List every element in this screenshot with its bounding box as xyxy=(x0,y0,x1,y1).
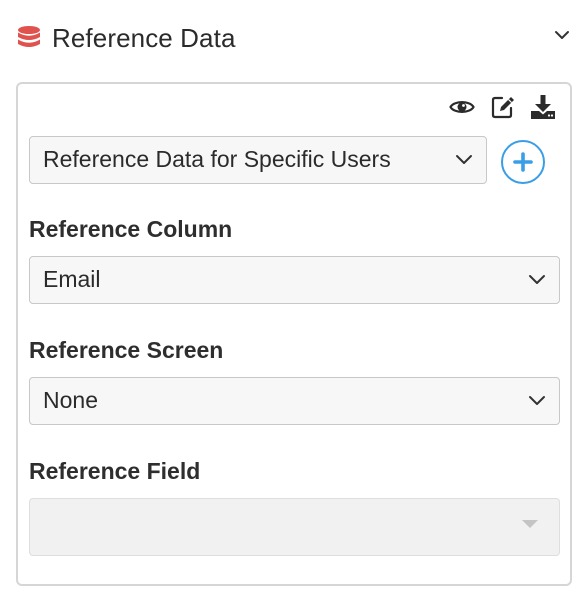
reference-column-value: Email xyxy=(43,266,101,292)
panel-header: Reference Data xyxy=(0,0,588,78)
plus-icon xyxy=(513,152,533,172)
dataset-select[interactable]: Reference Data for Specific Users xyxy=(29,136,487,184)
panel-title: Reference Data xyxy=(52,23,236,53)
reference-field-select xyxy=(29,498,560,556)
caret-down-icon xyxy=(522,520,538,528)
chevron-down-icon xyxy=(456,155,472,164)
dataset-select-value: Reference Data for Specific Users xyxy=(43,146,391,172)
chevron-down-icon[interactable] xyxy=(553,28,571,42)
edit-icon[interactable] xyxy=(490,94,516,120)
reference-screen-value: None xyxy=(43,387,98,413)
add-dataset-button[interactable] xyxy=(501,140,545,184)
reference-data-card: Reference Data for Specific Users Refere… xyxy=(16,82,572,586)
reference-screen-select[interactable]: None xyxy=(29,377,560,425)
database-icon xyxy=(18,26,40,47)
download-icon[interactable] xyxy=(530,94,556,120)
reference-column-select[interactable]: Email xyxy=(29,256,560,304)
chevron-down-icon xyxy=(529,396,545,405)
reference-column-label: Reference Column xyxy=(29,216,233,242)
reference-field-label: Reference Field xyxy=(29,458,201,484)
chevron-down-icon xyxy=(529,275,545,284)
reference-screen-label: Reference Screen xyxy=(29,337,224,363)
eye-icon[interactable] xyxy=(449,94,475,120)
